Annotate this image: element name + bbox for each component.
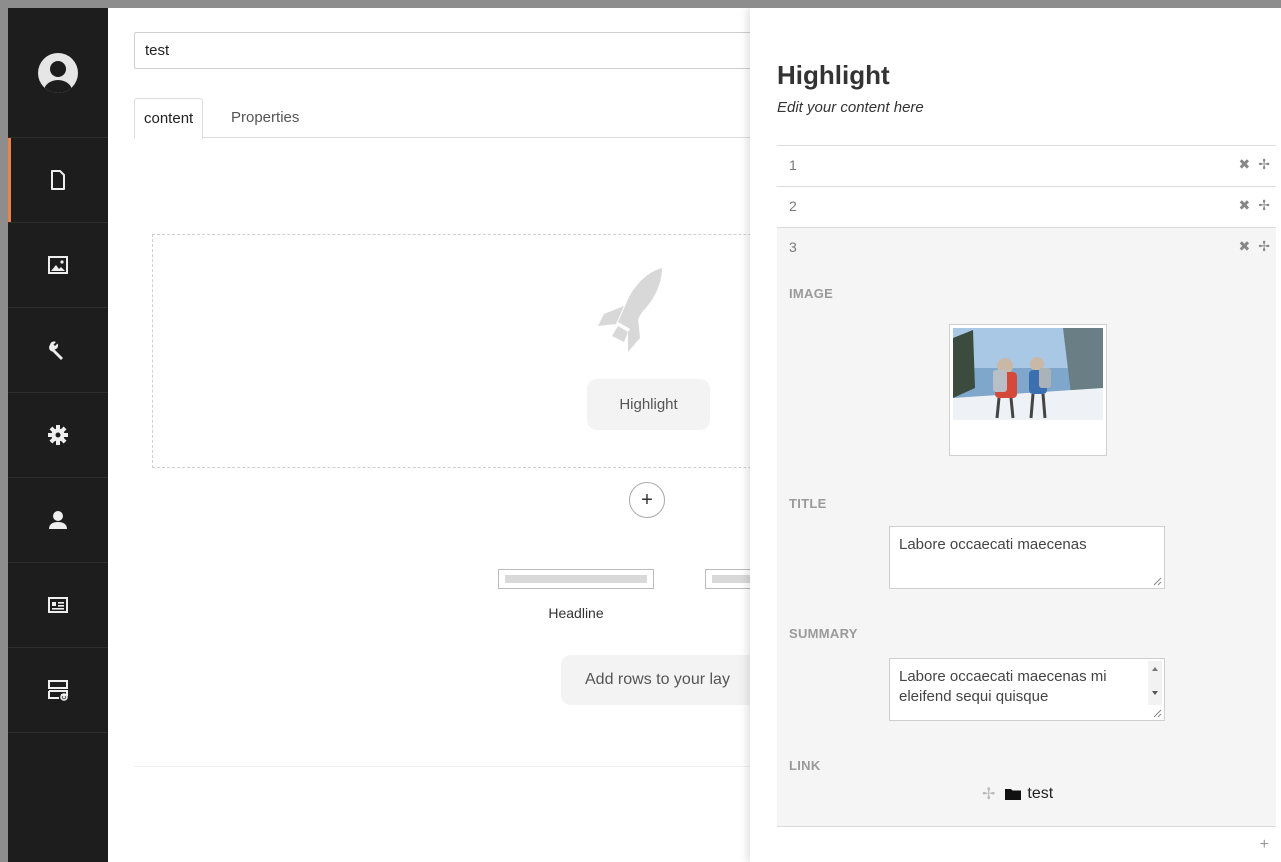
row-actions: ✖ ✢: [1239, 197, 1270, 214]
summary-field[interactable]: Labore occaecati maecenas mi eleifend se…: [889, 658, 1165, 721]
list-item-expanded: 3 ✖ ✢ IMAGE TITLE Labore occaecati maece…: [777, 227, 1276, 827]
highlight-overlay-panel: Highlight Edit your content here 1 ✖ ✢ 2…: [750, 8, 1281, 862]
resize-handle-icon[interactable]: [1153, 577, 1162, 586]
panel-title: Highlight: [777, 60, 890, 90]
document-icon: [51, 170, 65, 190]
title-field-label: TITLE: [789, 496, 827, 511]
move-icon[interactable]: ✢: [982, 784, 995, 804]
gear-icon: [48, 425, 68, 445]
layout-option-label: Headline: [548, 605, 604, 621]
title-field-value: Labore occaecati maecenas: [899, 536, 1087, 553]
list-item[interactable]: 1 ✖ ✢: [777, 145, 1276, 186]
avatar[interactable]: [38, 52, 78, 93]
title-field[interactable]: Labore occaecati maecenas: [889, 526, 1165, 589]
divider: [134, 766, 794, 767]
rocket-icon: [598, 268, 662, 352]
tab-properties[interactable]: Properties: [222, 98, 308, 139]
document-name-input[interactable]: [134, 32, 814, 69]
link-item-label: test: [1027, 785, 1054, 802]
list-item[interactable]: 2 ✖ ✢: [777, 186, 1276, 227]
sidebar-avatar[interactable]: [8, 8, 108, 138]
resize-handle-icon[interactable]: [1153, 709, 1162, 718]
sidebar-item-forms[interactable]: [8, 648, 108, 733]
folder-icon: [1005, 789, 1022, 800]
tab-content[interactable]: content: [134, 98, 204, 139]
link-picker: ✢ test: [982, 784, 1053, 804]
move-icon[interactable]: ✢: [1258, 238, 1270, 255]
sidebar-item-settings[interactable]: [8, 308, 108, 393]
sidebar-item-media[interactable]: [8, 223, 108, 308]
scrollbar[interactable]: [1148, 661, 1162, 705]
move-icon[interactable]: ✢: [1258, 156, 1270, 173]
panel-subtitle: Edit your content here: [777, 99, 924, 116]
image-icon: [48, 256, 68, 274]
sidebar-item-content[interactable]: [8, 138, 108, 223]
remove-icon[interactable]: ✖: [1239, 197, 1251, 214]
add-item-button[interactable]: +: [1260, 836, 1269, 854]
summary-field-value: Labore occaecati maecenas mi eleifend se…: [899, 668, 1107, 705]
row-label: 1: [789, 157, 797, 173]
link-field-label: LINK: [789, 758, 821, 773]
link-item[interactable]: test: [1005, 785, 1053, 803]
row-actions: ✖ ✢: [1239, 156, 1270, 173]
row-label[interactable]: 3: [789, 239, 797, 255]
sidebar-item-developer[interactable]: [8, 393, 108, 478]
user-icon: [49, 511, 67, 529]
row-label: 2: [789, 198, 797, 214]
forms-icon: [48, 680, 68, 701]
sidebar-item-members[interactable]: [8, 563, 108, 648]
app-frame: content Properties Highlight + Headline …: [8, 8, 1281, 862]
sidebar-item-users[interactable]: [8, 478, 108, 563]
remove-icon[interactable]: ✖: [1239, 238, 1251, 255]
avatar-user-icon: [44, 60, 72, 93]
summary-field-label: SUMMARY: [789, 626, 858, 641]
image-preview: [953, 328, 1103, 420]
wrench-icon: [49, 341, 63, 360]
move-icon[interactable]: ✢: [1258, 197, 1270, 214]
add-content-button[interactable]: +: [629, 482, 665, 518]
row-actions: ✖ ✢: [1239, 238, 1270, 255]
image-field-label: IMAGE: [789, 286, 834, 301]
sidebar: [8, 8, 108, 862]
image-picker-thumbnail[interactable]: [949, 324, 1107, 456]
layout-option-headline[interactable]: [498, 569, 654, 589]
id-card-icon: [48, 597, 68, 613]
highlight-editor-button[interactable]: Highlight: [587, 379, 710, 430]
remove-icon[interactable]: ✖: [1239, 156, 1251, 173]
